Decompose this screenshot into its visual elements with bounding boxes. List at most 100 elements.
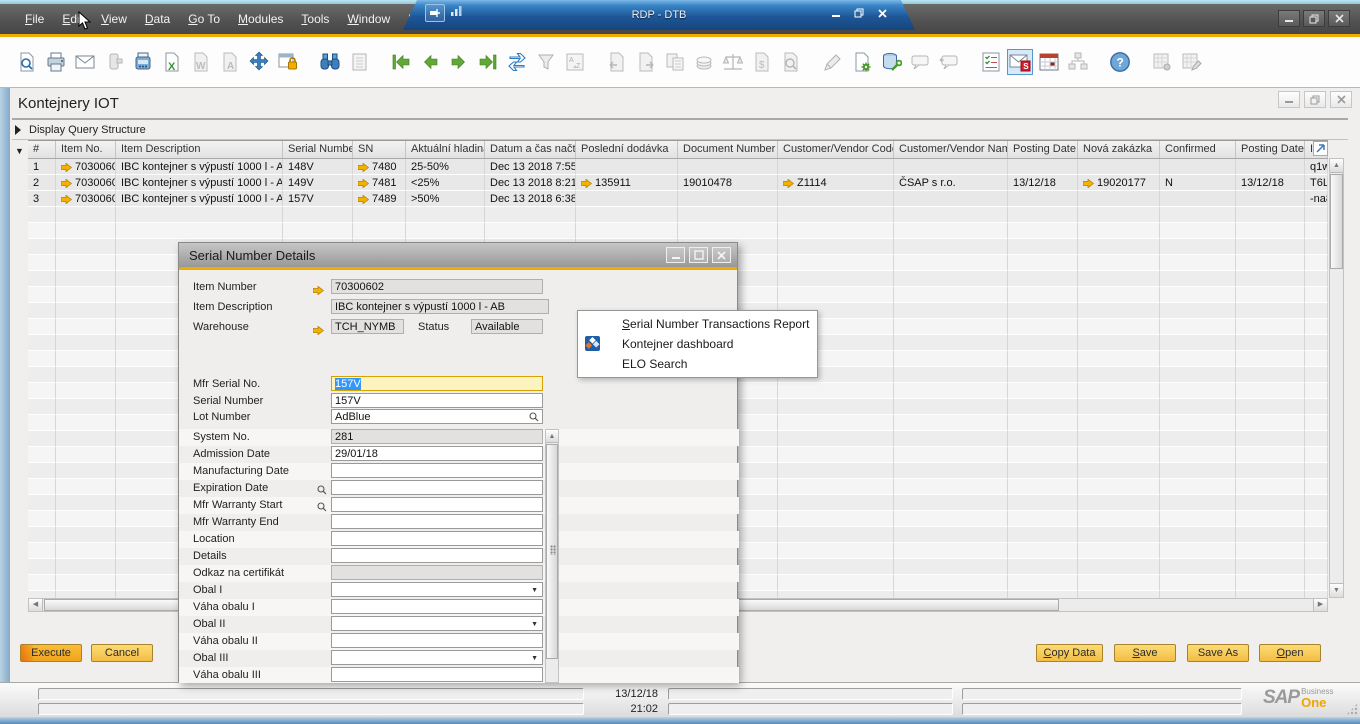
table-cell[interactable] [576,191,678,207]
link-arrow-icon[interactable] [313,322,324,340]
table-cell[interactable] [1008,271,1078,287]
odkaz-na-certifik-t-field[interactable] [331,565,543,580]
table-cell[interactable] [778,527,894,543]
table-cell[interactable] [778,383,894,399]
table-cell[interactable] [1236,399,1305,415]
table-cell[interactable]: 7481 [353,175,406,191]
table-cell[interactable] [778,495,894,511]
table-cell[interactable] [28,383,56,399]
table-cell[interactable] [1305,335,1328,351]
table-cell[interactable] [28,527,56,543]
table-cell[interactable] [1160,575,1236,591]
table-cell[interactable] [778,239,894,255]
table-cell[interactable] [56,495,116,511]
table-cell[interactable] [1160,527,1236,543]
context-menu-item-kontejner-dashboard[interactable]: Kontejner dashboard [578,334,817,354]
table-cell[interactable] [1305,255,1328,271]
table-cell[interactable] [1160,479,1236,495]
sort-icon[interactable]: AZ [562,49,588,75]
table-cell[interactable] [28,591,56,598]
table-cell[interactable] [1305,415,1328,431]
table-cell[interactable] [28,207,56,223]
table-cell[interactable] [1236,511,1305,527]
table-cell[interactable] [894,463,1008,479]
table-cell[interactable] [1078,415,1160,431]
table-cell[interactable]: IBC kontejner s výpustí 1000 l - AB [116,159,283,175]
table-cell[interactable] [678,223,778,239]
table-cell[interactable] [894,159,1008,175]
scroll-up-icon[interactable]: ▲ [1330,159,1343,173]
messages-alert-icon[interactable]: S [1007,49,1033,75]
link-arrow-icon[interactable] [313,282,324,300]
table-cell[interactable] [1008,575,1078,591]
table-cell[interactable] [485,223,576,239]
table-cell[interactable] [894,191,1008,207]
table-cell[interactable] [1078,271,1160,287]
table-cell[interactable] [1305,511,1328,527]
table-cell[interactable] [1305,223,1328,239]
table-cell[interactable] [1078,207,1160,223]
table-cell[interactable] [1078,559,1160,575]
table-cell[interactable] [28,223,56,239]
column-header[interactable]: Posting Date [1236,141,1305,158]
table-cell[interactable] [678,207,778,223]
table-cell[interactable] [56,527,116,543]
table-cell[interactable] [1305,463,1328,479]
table-cell[interactable] [1305,495,1328,511]
table-cell[interactable] [485,207,576,223]
table-cell[interactable] [1236,239,1305,255]
table-cell[interactable] [1305,271,1328,287]
table-cell[interactable] [1078,543,1160,559]
table-cell[interactable] [1236,191,1305,207]
dialog-maximize-button[interactable] [689,247,708,263]
table-cell[interactable] [894,239,1008,255]
table-cell[interactable] [56,511,116,527]
dropdown-caret-icon[interactable]: ▼ [531,655,538,662]
dialog-close-button[interactable] [712,247,731,263]
form-settings-icon[interactable] [1178,49,1204,75]
table-cell[interactable] [1160,415,1236,431]
table-cell[interactable] [56,447,116,463]
table-cell[interactable] [56,383,116,399]
v-ha-obalu-ii-field[interactable] [331,633,543,648]
table-cell[interactable] [894,207,1008,223]
table-cell[interactable] [894,223,1008,239]
column-header[interactable]: Confirmed [1160,141,1236,158]
table-cell[interactable] [778,463,894,479]
table-cell[interactable] [1078,223,1160,239]
table-cell[interactable] [1305,367,1328,383]
table-cell[interactable] [1078,239,1160,255]
table-cell[interactable] [1078,159,1160,175]
table-cell[interactable] [778,447,894,463]
table-cell[interactable] [1305,287,1328,303]
dialog-scrollbar[interactable]: ▲ [545,429,559,683]
table-cell[interactable] [1236,527,1305,543]
table-cell[interactable] [116,223,283,239]
print-icon[interactable] [43,49,69,75]
table-cell[interactable] [28,255,56,271]
table-cell[interactable] [1008,431,1078,447]
edit-icon[interactable] [820,49,846,75]
table-cell[interactable] [778,271,894,287]
table-cell[interactable] [56,543,116,559]
query-structure-toggle[interactable]: Display Query Structure [14,124,146,136]
table-cell[interactable] [1160,351,1236,367]
table-cell[interactable] [56,479,116,495]
table-cell[interactable]: 3 [28,191,56,207]
table-cell[interactable] [778,575,894,591]
table-cell[interactable] [1305,559,1328,575]
log-icon[interactable] [346,49,372,75]
lock-screen-icon[interactable] [275,49,301,75]
email-icon[interactable] [72,49,98,75]
table-cell[interactable]: N [1160,175,1236,191]
table-cell[interactable] [28,399,56,415]
table-cell[interactable] [894,543,1008,559]
table-cell[interactable] [894,559,1008,575]
table-cell[interactable] [1236,495,1305,511]
table-cell[interactable] [1078,463,1160,479]
inner-minimize-button[interactable] [1278,91,1300,108]
v-ha-obalu-i-field[interactable] [331,599,543,614]
table-cell[interactable] [1236,159,1305,175]
table-cell[interactable]: 2 [28,175,56,191]
table-cell[interactable] [1236,271,1305,287]
